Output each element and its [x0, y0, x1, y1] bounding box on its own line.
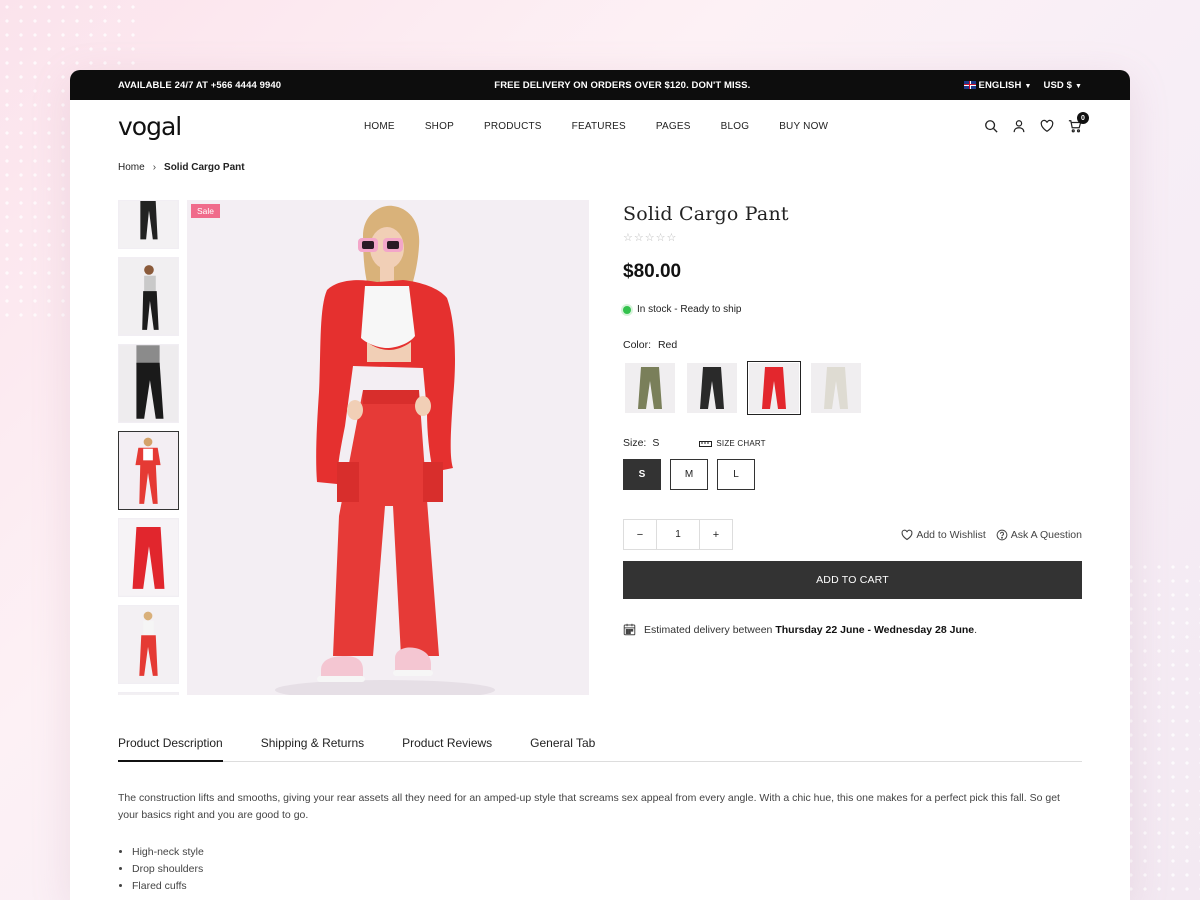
color-label: Color: [623, 339, 652, 351]
stock-text: In stock - Ready to ship [637, 304, 742, 315]
size-chart-label: SIZE CHART [716, 438, 766, 448]
list-item: Flared cuffs [132, 878, 204, 895]
cart-count-badge: 0 [1077, 112, 1089, 124]
wishlist-icon[interactable] [1040, 119, 1054, 133]
thumbnail[interactable] [118, 431, 179, 510]
size-option-s[interactable]: S [623, 459, 661, 490]
size-option-m[interactable]: M [670, 459, 708, 490]
chevron-down-icon: ▼ [1074, 82, 1082, 90]
tab-general[interactable]: General Tab [530, 736, 595, 761]
delivery-suffix: . [974, 623, 978, 636]
ask-question-link[interactable]: Ask A Question [996, 529, 1082, 541]
quantity-input[interactable]: 1 [656, 520, 700, 549]
delivery-end-date: Wednesday 28 June [873, 623, 975, 636]
search-icon[interactable] [984, 119, 998, 133]
thumbnail[interactable] [118, 344, 179, 423]
delivery-separator: - [864, 623, 874, 636]
pants-swatch-icon [824, 367, 848, 409]
main-nav: HOME SHOP PRODUCTS FEATURES PAGES BLOG B… [364, 100, 858, 152]
site-header: vogal HOME SHOP PRODUCTS FEATURES PAGES … [70, 100, 1130, 152]
stock-status: In stock - Ready to ship [623, 304, 1082, 315]
quantity-stepper: − 1 + [623, 519, 733, 550]
top-bar: AVAILABLE 24/7 AT +566 4444 9940 FREE DE… [70, 70, 1130, 100]
size-options: S M L [623, 459, 1082, 490]
color-label-row: Color: Red [623, 339, 1082, 351]
product-price: $80.00 [623, 261, 682, 282]
calendar-icon [623, 623, 636, 636]
feature-list: High-neck style Drop shoulders Flared cu… [132, 844, 204, 895]
currency-selector[interactable]: USD $ ▼ [1043, 80, 1082, 91]
increase-quantity-button[interactable]: + [700, 520, 732, 549]
chevron-right-icon: › [152, 162, 157, 173]
sale-badge: Sale [191, 204, 221, 218]
product-title: Solid Cargo Pant [623, 203, 789, 225]
ruler-icon [699, 440, 713, 447]
description-text: The construction lifts and smooths, givi… [118, 792, 1060, 821]
nav-pages[interactable]: PAGES [656, 121, 691, 132]
logo[interactable]: vogal [118, 112, 182, 141]
color-swatch-olive[interactable] [623, 361, 677, 415]
color-swatch-red[interactable] [747, 361, 801, 415]
thumbnail[interactable] [118, 518, 179, 597]
delivery-estimate: Estimated delivery between Thursday 22 J… [623, 623, 1082, 636]
list-item: High-neck style [132, 844, 204, 861]
phone-text: AVAILABLE 24/7 AT +566 4444 9940 [118, 79, 282, 91]
pants-swatch-icon [638, 367, 662, 409]
browser-frame: AVAILABLE 24/7 AT +566 4444 9940 FREE DE… [70, 70, 1130, 900]
uk-flag-icon [963, 80, 976, 89]
delivery-prefix: Estimated delivery between [644, 623, 773, 636]
promo-text: FREE DELIVERY ON ORDERS OVER $120. DON'T… [494, 79, 751, 91]
breadcrumb-home[interactable]: Home [118, 162, 145, 173]
question-circle-icon [996, 529, 1008, 540]
nav-home[interactable]: HOME [364, 121, 395, 132]
quantity-row: − 1 + Add to Wishlist Ask A Question [623, 519, 1082, 550]
pants-swatch-icon [762, 367, 786, 409]
breadcrumb-current: Solid Cargo Pant [164, 162, 245, 173]
size-label: Size: [623, 437, 647, 449]
size-chart-link[interactable]: SIZE CHART [699, 438, 766, 448]
thumbnail[interactable] [118, 257, 179, 336]
pants-swatch-icon [700, 367, 724, 409]
thumbnail[interactable] [118, 200, 179, 249]
in-stock-dot-icon [623, 305, 631, 314]
color-swatch-cream[interactable] [809, 361, 863, 415]
wishlist-label: Add to Wishlist [916, 528, 986, 541]
add-to-cart-button[interactable]: ADD TO CART [623, 561, 1082, 599]
tab-product-description[interactable]: Product Description [118, 736, 223, 762]
size-label-row: Size: S SIZE CHART [623, 437, 1082, 449]
list-item: Drop shoulders [132, 861, 204, 878]
heart-icon [901, 529, 913, 540]
tab-shipping-returns[interactable]: Shipping & Returns [261, 736, 364, 761]
product-info: Solid Cargo Pant ☆☆☆☆☆ $80.00 In stock -… [623, 200, 1082, 636]
color-swatch-black[interactable] [685, 361, 739, 415]
nav-buy-now[interactable]: BUY NOW [779, 121, 828, 132]
thumbnail-list [118, 200, 179, 695]
decrease-quantity-button[interactable]: − [624, 520, 656, 549]
delivery-text: Estimated delivery between Thursday 22 J… [644, 624, 977, 636]
color-value: Red [657, 339, 678, 351]
ask-label: Ask A Question [1010, 528, 1082, 541]
delivery-start-date: Thursday 22 June [775, 623, 865, 636]
cart-button[interactable]: 0 [1068, 112, 1089, 133]
language-selector[interactable]: ENGLISH ▼ [963, 79, 1032, 91]
language-label: ENGLISH [978, 79, 1022, 91]
color-swatches [623, 361, 1082, 415]
nav-features[interactable]: FEATURES [572, 121, 626, 132]
nav-products[interactable]: PRODUCTS [484, 121, 542, 132]
thumbnail[interactable] [118, 692, 179, 695]
currency-label: USD $ [1043, 79, 1072, 91]
thumbnail[interactable] [118, 605, 179, 684]
size-option-l[interactable]: L [717, 459, 755, 490]
product-tabs: Product Description Shipping & Returns P… [118, 736, 1082, 762]
rating-stars[interactable]: ☆☆☆☆☆ [623, 231, 1082, 244]
tab-product-reviews[interactable]: Product Reviews [402, 736, 492, 761]
nav-blog[interactable]: BLOG [721, 121, 750, 132]
account-icon[interactable] [1012, 119, 1026, 133]
nav-shop[interactable]: SHOP [425, 121, 454, 132]
breadcrumb: Home › Solid Cargo Pant [118, 162, 245, 173]
size-value: S [652, 437, 660, 449]
add-to-wishlist-link[interactable]: Add to Wishlist [901, 528, 986, 541]
chevron-down-icon: ▼ [1024, 82, 1032, 90]
main-product-image[interactable]: Sale [187, 200, 589, 695]
